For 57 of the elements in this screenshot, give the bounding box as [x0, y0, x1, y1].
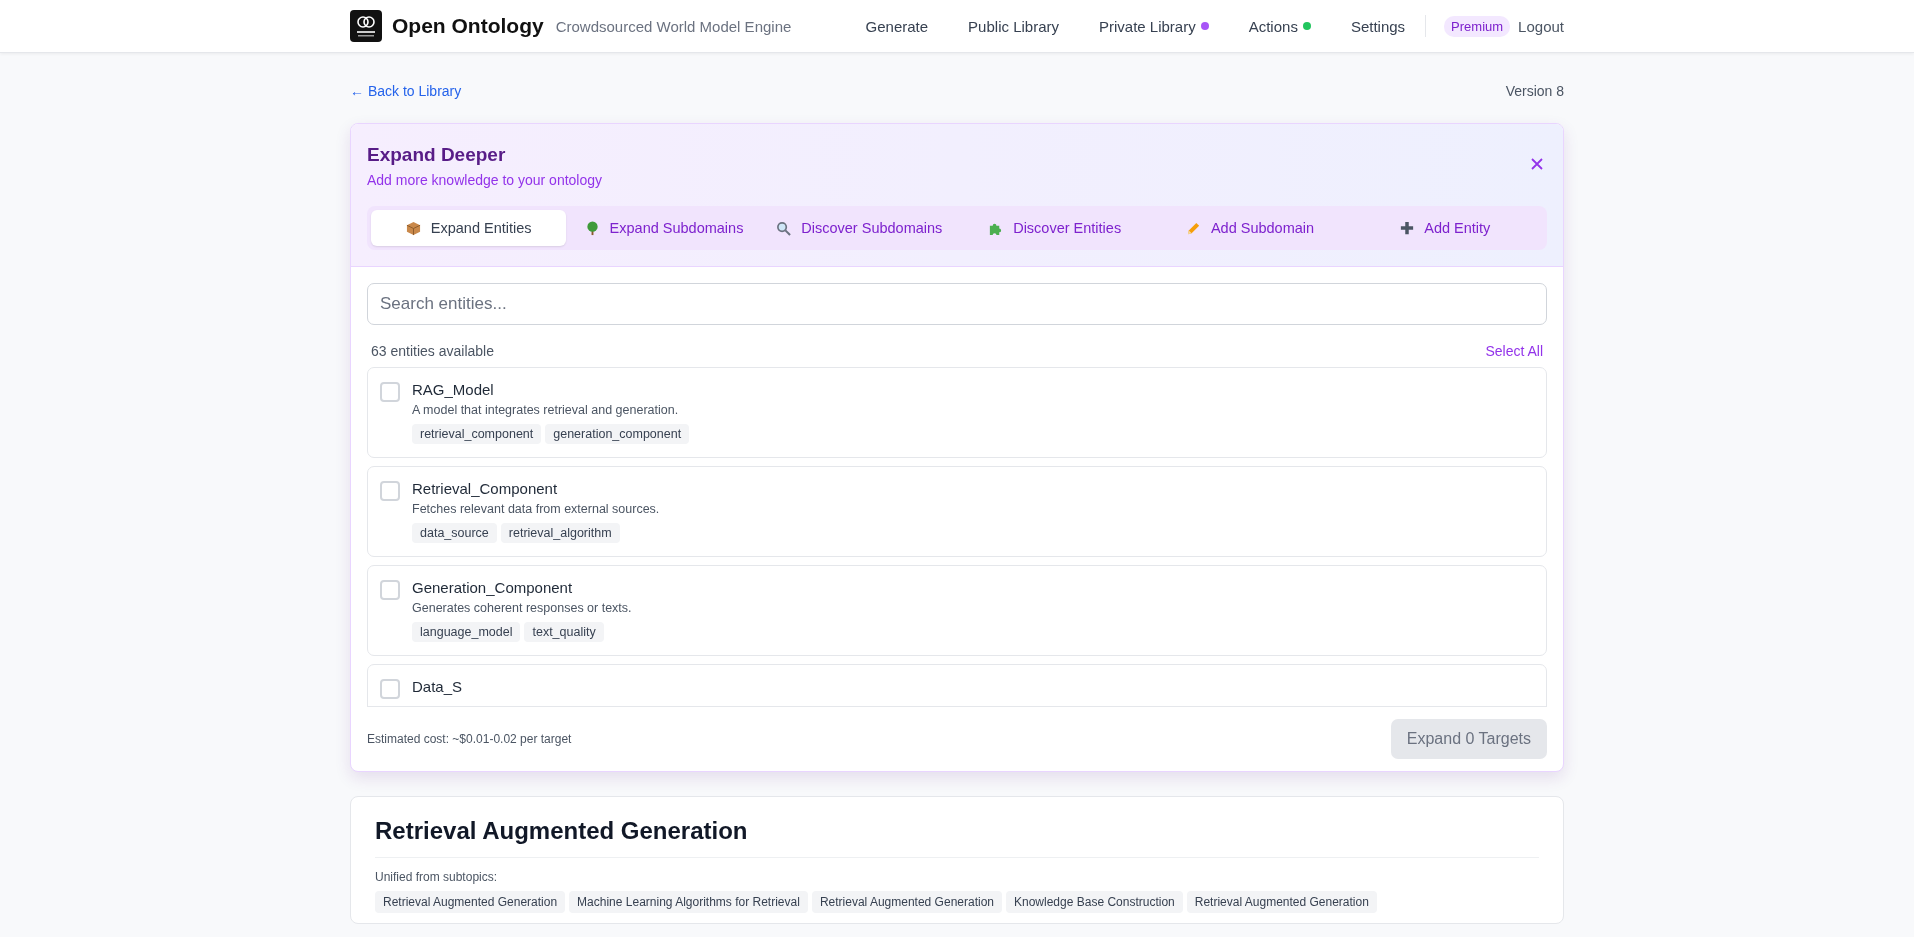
checkbox[interactable]: [380, 481, 400, 501]
tag: data_source: [412, 523, 497, 543]
nav-link[interactable]: Generate: [865, 17, 929, 35]
entity-description: Fetches relevant data from external sources.: [412, 502, 660, 516]
tab[interactable]: Add Subdomain: [1152, 210, 1348, 246]
nav-link[interactable]: Actions: [1248, 17, 1311, 35]
logo-icon[interactable]: [350, 10, 382, 42]
tagline: Crowdsourced World Model Engine: [555, 17, 792, 35]
topic-title: Retrieval Augmented Generation: [375, 817, 1539, 858]
entity-description: Generates coherent responses or texts.: [412, 601, 632, 615]
tag: retrieval_component: [412, 424, 542, 444]
checkbox[interactable]: [380, 382, 400, 402]
entity-card[interactable]: Generation_Component Generates coherent responses or texts. language_model text_quality: [367, 565, 1547, 656]
panel-title: Expand Deeper: [367, 144, 506, 166]
tag: retrieval_algorithm: [500, 523, 620, 543]
brand-name[interactable]: Open Ontology: [392, 14, 544, 38]
entity-name: Generation_Component: [412, 579, 574, 596]
entity-card[interactable]: RAG_Model A model that integrates retrieval and generation. retrieval_component generation_component: [367, 367, 1547, 458]
entity-name: RAG_Model: [412, 381, 495, 398]
checkbox[interactable]: [380, 580, 400, 600]
subtopic-tag: Retrieval Augmented Generation: [811, 891, 1002, 913]
tag: generation_component: [545, 424, 690, 444]
pencil-icon: [1185, 220, 1201, 236]
nav-link[interactable]: Settings: [1350, 17, 1406, 35]
subtopic-tag: Retrieval Augmented Generation: [375, 891, 566, 913]
tab[interactable]: Add Entity: [1347, 210, 1543, 246]
back-link[interactable]: ← Back to Library: [350, 83, 462, 99]
entity-card[interactable]: Retrieval_Component Fetches relevant data from external sources. data_source retrieval_algorithm: [367, 466, 1547, 557]
logout-link[interactable]: Logout: [1518, 17, 1564, 35]
panel-subtitle: Add more knowledge to your ontology: [367, 172, 603, 188]
tab[interactable]: Discover Subdomains: [761, 210, 957, 246]
box-icon: [405, 220, 421, 236]
tab[interactable]: Expand Entities: [371, 210, 567, 246]
checkbox[interactable]: [380, 679, 400, 699]
tab[interactable]: Discover Entities: [957, 210, 1153, 246]
tab[interactable]: Expand Subdomains: [566, 210, 762, 246]
entity-count: 63 entities available: [371, 343, 494, 359]
plan-label: Premium: [1444, 15, 1511, 37]
search-icon: [776, 220, 792, 236]
unified-label: Unified from subtopics:: [375, 870, 499, 884]
subtopic-tag: Knowledge Base Construction: [1006, 891, 1183, 913]
nav-link[interactable]: Public Library: [968, 17, 1059, 35]
version-label: Version 8: [1505, 83, 1564, 99]
subtopic-tag: Machine Learning Algorithms for Retrieval: [569, 891, 808, 913]
search-field[interactable]: Search entities...: [367, 283, 1547, 325]
subtopic-tag: Retrieval Augmented Generation: [1186, 891, 1377, 913]
tag: text_quality: [524, 622, 604, 642]
entity-card[interactable]: Data_S: [367, 664, 1547, 706]
plus-icon: [1400, 221, 1415, 235]
entity-description: A model that integrates retrieval and generation.: [412, 403, 680, 417]
tree-icon: [584, 220, 600, 236]
entity-name: Data_S: [412, 678, 463, 695]
nav-link[interactable]: Private Library: [1099, 17, 1209, 35]
entity-name: Retrieval_Component: [412, 480, 559, 497]
tag: language_model: [412, 622, 521, 642]
cost-note: Estimated cost: ~$0.01-0.02 per target: [367, 732, 572, 746]
select-all-link[interactable]: Select All: [1485, 343, 1543, 359]
